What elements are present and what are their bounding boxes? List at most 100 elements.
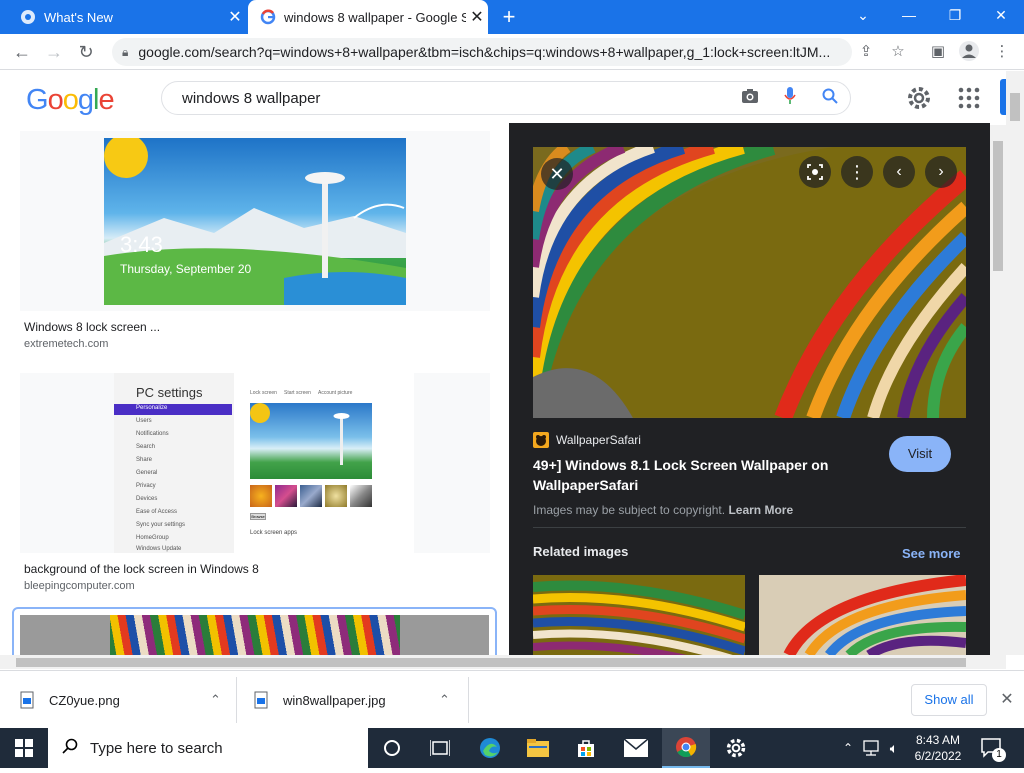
lock-screen-settings-pane: Lock screen Start screen Account picture… [234, 373, 414, 553]
minimize-button[interactable]: — [886, 0, 932, 30]
google-logo[interactable]: Google [26, 84, 115, 117]
microphone-icon[interactable] [770, 87, 810, 109]
result-title[interactable]: background of the lock screen in Windows… [24, 562, 259, 576]
chevron-up-icon[interactable]: ⌃ [210, 692, 230, 708]
tab-google-search[interactable]: windows 8 wallpaper - Google Se ✕ [248, 0, 488, 34]
address-url: google.com/search?q=windows+8+wallpaper&… [138, 44, 831, 60]
visit-button[interactable]: Visit [889, 436, 951, 472]
search-input[interactable]: windows 8 wallpaper [162, 90, 730, 107]
reload-icon[interactable]: ↻ [72, 38, 100, 66]
microsoft-store-icon[interactable] [562, 728, 610, 768]
scrollbar-thumb[interactable] [993, 141, 1003, 271]
notification-count-badge: 1 [992, 748, 1006, 762]
horizontal-scrollbar[interactable] [0, 655, 1006, 669]
mail-icon[interactable] [612, 728, 660, 768]
thumb-purple [275, 485, 297, 507]
menu-item: Devices [136, 496, 158, 502]
personalize-highlight [114, 404, 232, 415]
side-panel-icon[interactable]: ▣ [926, 40, 950, 64]
pane-tab: Lock screen [250, 390, 277, 396]
panel-scrollbar[interactable] [990, 125, 1006, 655]
system-clock[interactable]: 8:43 AM 6/2/2022 [908, 732, 968, 764]
restore-button[interactable]: ❐ [932, 0, 978, 30]
address-bar[interactable]: 🔒︎ google.com/search?q=windows+8+wallpap… [112, 38, 852, 66]
scrollbar-thumb[interactable] [16, 658, 966, 667]
more-options-icon[interactable]: ⋮ [841, 156, 873, 188]
image-file-icon [254, 691, 270, 709]
taskbar-search-box[interactable]: Type here to search [48, 728, 368, 768]
preview-title[interactable]: 49+] Windows 8.1 Lock Screen Wallpaper o… [533, 455, 843, 495]
windows-start-icon[interactable] [0, 728, 48, 768]
chevron-up-icon[interactable]: ⌃ [439, 692, 459, 708]
tab-search-icon[interactable]: ⌄ [840, 0, 886, 30]
tab-title: What's New [44, 9, 113, 25]
back-arrow-icon[interactable]: ← [8, 38, 36, 66]
edge-browser-icon[interactable] [466, 728, 514, 768]
pc-settings-title: PC settings [136, 385, 203, 400]
menu-item: Users [136, 418, 152, 424]
menu-item: Sync your settings [136, 522, 186, 528]
result-card[interactable]: PC settings Personalize Users Notificati… [20, 373, 490, 553]
menu-item: Notifications [136, 431, 169, 437]
download-item[interactable]: CZ0yue.png ⌃ [20, 671, 230, 729]
network-icon[interactable] [862, 728, 882, 768]
lock-screen-apps-label: Lock screen apps [250, 530, 298, 536]
previous-image-icon[interactable]: ‹ [883, 156, 915, 188]
close-tab-icon[interactable]: ✕ [466, 7, 488, 27]
related-image-2[interactable] [759, 575, 966, 655]
close-preview-icon[interactable]: ✕ [541, 158, 573, 190]
browser-toolbar: ← → ↻ 🔒︎ google.com/search?q=windows+8+w… [0, 34, 1024, 70]
tab-strip: What's New ✕ windows 8 wallpaper - Googl… [0, 0, 1024, 34]
page-scrollbar[interactable] [1006, 71, 1024, 655]
result-title[interactable]: Windows 8 lock screen ... [24, 320, 160, 334]
windows-taskbar: Type here to search ⌃ 🔈︎ 8:43 AM 6/2/202… [0, 728, 1024, 768]
image-file-icon [20, 691, 36, 709]
thumb-shell [325, 485, 347, 507]
settings-gear-icon[interactable] [906, 85, 934, 113]
scrollbar-thumb[interactable] [1010, 93, 1020, 121]
menu-kebab-icon[interactable]: ⋮ [990, 40, 1014, 64]
share-icon[interactable]: ⇪ [854, 40, 878, 64]
lens-search-icon[interactable] [799, 156, 831, 188]
apps-grid-icon[interactable] [958, 87, 980, 109]
close-tab-icon[interactable]: ✕ [224, 7, 246, 27]
next-image-icon[interactable]: › [925, 156, 957, 188]
menu-item: HomeGroup [136, 535, 169, 541]
notification-center-icon[interactable]: 1 [980, 736, 1006, 762]
task-view-icon[interactable] [416, 728, 464, 768]
result-source[interactable]: extremetech.com [24, 338, 108, 350]
forward-arrow-icon[interactable]: → [40, 38, 68, 66]
taskbar-search-placeholder: Type here to search [90, 739, 223, 757]
file-explorer-icon[interactable] [514, 728, 562, 768]
search-icon[interactable] [810, 88, 850, 108]
chrome-taskbar-icon[interactable] [662, 728, 710, 768]
related-image-1[interactable] [533, 575, 745, 655]
menu-item: Ease of Access [136, 509, 178, 515]
search-box[interactable]: windows 8 wallpaper [161, 81, 851, 115]
chevron-up-icon[interactable]: ⌃ [838, 728, 858, 768]
result-card[interactable]: 3:43 Thursday, September 20 [20, 131, 490, 311]
learn-more-link[interactable]: Learn More [728, 503, 793, 517]
tab-whats-new[interactable]: What's New ✕ [8, 0, 246, 34]
volume-icon[interactable]: 🔈︎ [884, 728, 904, 768]
selected-result-outline[interactable] [12, 607, 497, 655]
pc-settings-sidebar: PC settings Personalize Users Notificati… [114, 373, 234, 553]
close-window-button[interactable]: ✕ [978, 0, 1024, 30]
selected-result-thumbnail[interactable] [20, 615, 489, 655]
close-downloads-icon[interactable]: ✕ [996, 689, 1018, 711]
settings-gear-icon[interactable] [712, 728, 760, 768]
lock-screen-thumbnail[interactable]: 3:43 Thursday, September 20 [104, 138, 406, 305]
related-images-heading: Related images [533, 544, 629, 559]
bookmark-star-icon[interactable]: ☆ [886, 40, 910, 64]
google-header: Google windows 8 wallpaper [0, 71, 1024, 125]
divider [468, 677, 469, 723]
download-item[interactable]: win8wallpaper.jpg ⌃ [254, 671, 459, 729]
show-all-button[interactable]: Show all [911, 684, 987, 716]
source-site[interactable]: WallpaperSafari [556, 433, 641, 447]
see-more-link[interactable]: See more [902, 546, 961, 561]
result-source[interactable]: bleepingcomputer.com [24, 580, 135, 592]
profile-avatar-icon[interactable] [957, 40, 981, 64]
cortana-icon[interactable] [368, 728, 416, 768]
camera-icon[interactable] [730, 88, 770, 108]
new-tab-button[interactable]: + [496, 4, 522, 30]
